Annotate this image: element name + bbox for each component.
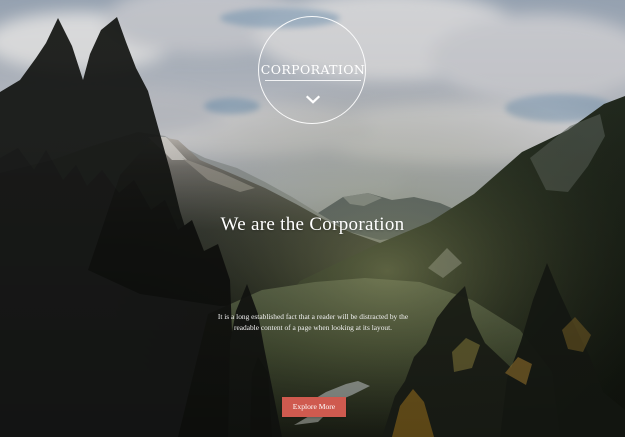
hero-headline: We are the Corporation [220,214,405,235]
chevron-down-icon[interactable] [306,95,320,105]
landing-page: CORPORATION We are the Corporation It is… [0,0,625,437]
explore-more-button[interactable]: Explore More [282,397,346,417]
hero-description: It is a long established fact that a rea… [217,312,409,332]
brand-logo-text: CORPORATION [260,62,366,77]
brand-logo[interactable]: CORPORATION [258,16,366,124]
brand-logo-divider [265,80,361,81]
